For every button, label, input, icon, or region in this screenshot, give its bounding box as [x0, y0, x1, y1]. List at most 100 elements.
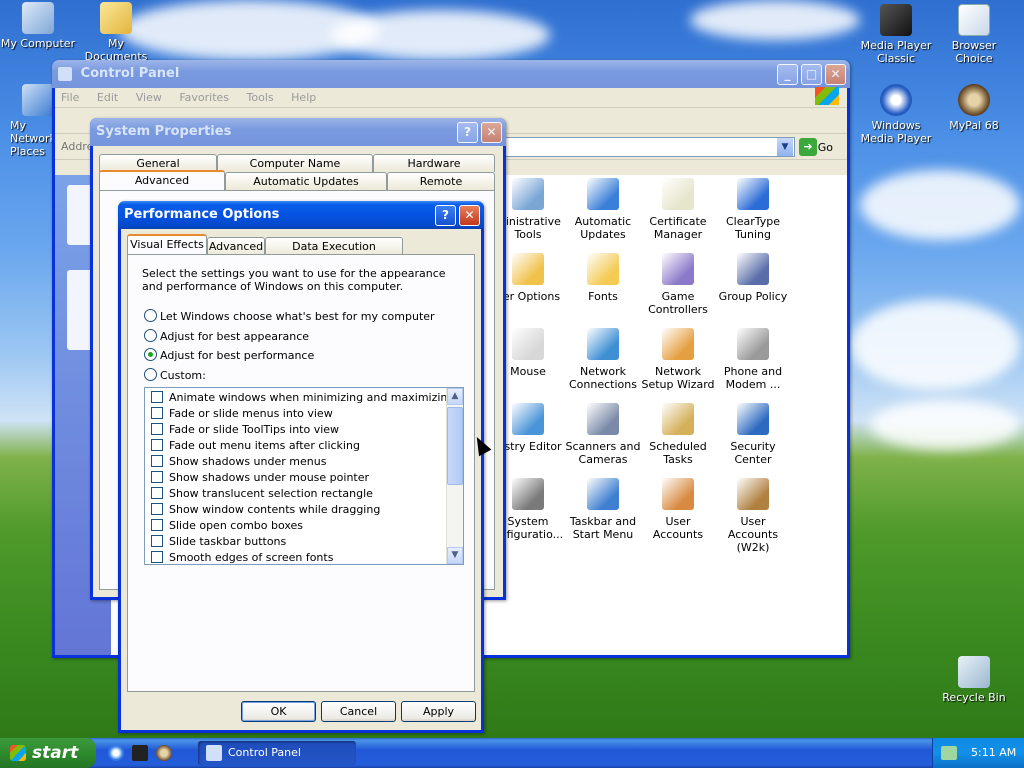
tab-hardware[interactable]: Hardware: [373, 154, 495, 172]
cloud: [850, 300, 1020, 390]
desktop-icon-label: MyPal 68: [949, 119, 999, 132]
menu-tools[interactable]: Tools: [247, 91, 274, 104]
performance-options-titlebar[interactable]: Performance Options ? ✕: [118, 201, 484, 229]
menu-favorites[interactable]: Favorites: [179, 91, 229, 104]
control-panel-item[interactable]: User Accounts: [640, 478, 716, 541]
control-panel-item[interactable]: Fonts: [565, 253, 641, 303]
scrollbar[interactable]: ▲ ▼: [446, 388, 463, 564]
radio-label: Let Windows choose what's best for my co…: [160, 310, 435, 323]
radio-best-performance[interactable]: [144, 348, 157, 361]
start-button[interactable]: start: [0, 738, 96, 768]
maximize-button[interactable]: □: [801, 64, 822, 85]
close-button[interactable]: ✕: [481, 122, 502, 143]
control-panel-icon: [58, 66, 72, 81]
tab-label: Remote: [419, 175, 463, 188]
tab-automatic-updates[interactable]: Automatic Updates: [225, 172, 387, 190]
control-panel-item-icon: [737, 478, 769, 510]
desktop-icon-my-computer[interactable]: My Computer: [0, 2, 76, 50]
window-title: Performance Options: [124, 207, 280, 222]
scroll-thumb[interactable]: [447, 407, 463, 485]
effect-checkbox[interactable]: [151, 407, 163, 419]
effect-checkbox[interactable]: [151, 391, 163, 403]
control-panel-item[interactable]: ClearType Tuning: [715, 178, 791, 241]
control-panel-item[interactable]: User Accounts (W2k): [715, 478, 791, 554]
desktop-icon-mypal[interactable]: MyPal 68: [936, 84, 1012, 132]
control-panel-item[interactable]: Scanners and Cameras: [565, 403, 641, 466]
menu-view[interactable]: View: [136, 91, 162, 104]
control-panel-item[interactable]: Scheduled Tasks: [640, 403, 716, 466]
control-panel-item[interactable]: Network Setup Wizard: [640, 328, 716, 391]
effect-checkbox[interactable]: [151, 551, 163, 563]
menu-help[interactable]: Help: [291, 91, 316, 104]
performance-options-window[interactable]: Performance Options ? ✕ Visual Effects A…: [118, 201, 484, 733]
control-panel-item[interactable]: Certificate Manager: [640, 178, 716, 241]
desktop-icon-browser-choice[interactable]: Browser Choice: [936, 4, 1012, 65]
effect-checkbox[interactable]: [151, 519, 163, 531]
address-label: Addre: [61, 140, 94, 153]
clock[interactable]: 5:11 AM: [971, 746, 1016, 759]
control-panel-item-label: User Accounts: [652, 515, 704, 541]
close-button[interactable]: ✕: [459, 205, 480, 226]
tab-label: Hardware: [407, 157, 461, 170]
ok-button[interactable]: OK: [241, 701, 316, 722]
cancel-button[interactable]: Cancel: [321, 701, 396, 722]
network-tray-icon[interactable]: [941, 746, 957, 760]
control-panel-item[interactable]: Security Center: [715, 403, 791, 466]
tab-label: General: [136, 157, 180, 170]
control-panel-icon: [206, 745, 222, 761]
media-player-classic-icon[interactable]: [132, 745, 148, 761]
control-panel-item-label: ClearType Tuning: [725, 215, 781, 241]
tab-visual-effects[interactable]: Visual Effects: [127, 234, 207, 254]
radio-custom[interactable]: [144, 368, 157, 381]
tab-data-execution-prevention[interactable]: Data Execution Prevention: [265, 237, 403, 270]
control-panel-item[interactable]: Automatic Updates: [565, 178, 641, 241]
control-panel-item-icon: [512, 253, 544, 285]
effect-checkbox[interactable]: [151, 455, 163, 467]
control-panel-item-icon: [512, 403, 544, 435]
tab-remote[interactable]: Remote: [387, 172, 495, 190]
address-dropdown-button[interactable]: ▼: [777, 138, 793, 156]
help-button[interactable]: ?: [435, 205, 456, 226]
control-panel-item[interactable]: Group Policy: [715, 253, 791, 303]
effect-checkbox[interactable]: [151, 471, 163, 483]
close-button[interactable]: ✕: [825, 64, 846, 85]
tab-label: Computer Name: [249, 157, 341, 170]
tab-advanced[interactable]: Advanced: [99, 170, 225, 190]
effect-checkbox[interactable]: [151, 487, 163, 499]
internet-explorer-icon[interactable]: [108, 745, 124, 761]
effect-checkbox[interactable]: [151, 423, 163, 435]
taskbar-button-control-panel[interactable]: Control Panel: [198, 741, 356, 765]
mypal-icon[interactable]: [156, 745, 172, 761]
desktop-icon-my-documents[interactable]: My Documents: [78, 2, 154, 63]
effects-list[interactable]: Animate windows when minimizing and maxi…: [144, 387, 464, 565]
go-button[interactable]: Go: [818, 141, 833, 154]
control-panel-item[interactable]: Phone and Modem ...: [715, 328, 791, 391]
effect-checkbox[interactable]: [151, 503, 163, 515]
apply-button[interactable]: Apply: [401, 701, 476, 722]
system-properties-titlebar[interactable]: System Properties ? ✕: [90, 118, 506, 146]
desktop-icon-windows-media-player[interactable]: Windows Media Player: [858, 84, 934, 145]
effect-label: Fade or slide ToolTips into view: [169, 423, 340, 436]
effect-checkbox[interactable]: [151, 535, 163, 547]
effect-label: Animate windows when minimizing and maxi…: [169, 391, 455, 404]
control-panel-item[interactable]: Network Connections: [565, 328, 641, 391]
radio-label: Custom:: [160, 369, 206, 382]
scroll-down-button[interactable]: ▼: [447, 547, 463, 564]
control-panel-item[interactable]: Game Controllers: [640, 253, 716, 316]
menu-file[interactable]: File: [61, 91, 79, 104]
scroll-up-button[interactable]: ▲: [447, 388, 463, 405]
effect-checkbox[interactable]: [151, 439, 163, 451]
control-panel-item-label: Network Setup Wizard: [641, 365, 715, 391]
radio-best-appearance[interactable]: [144, 329, 157, 342]
menu-edit[interactable]: Edit: [97, 91, 118, 104]
tab-advanced[interactable]: Advanced: [207, 237, 265, 255]
radio-let-windows-choose[interactable]: [144, 309, 157, 322]
control-panel-titlebar[interactable]: Control Panel _ □ ✕: [52, 60, 850, 88]
minimize-button[interactable]: _: [777, 64, 798, 85]
go-arrow-icon[interactable]: ➜: [799, 138, 817, 156]
help-button[interactable]: ?: [457, 122, 478, 143]
desktop-icon-media-player-classic[interactable]: Media Player Classic: [858, 4, 934, 65]
desktop-icon-recycle-bin[interactable]: Recycle Bin: [936, 656, 1012, 704]
tab-computer-name[interactable]: Computer Name: [217, 154, 373, 172]
control-panel-item[interactable]: Taskbar and Start Menu: [565, 478, 641, 541]
